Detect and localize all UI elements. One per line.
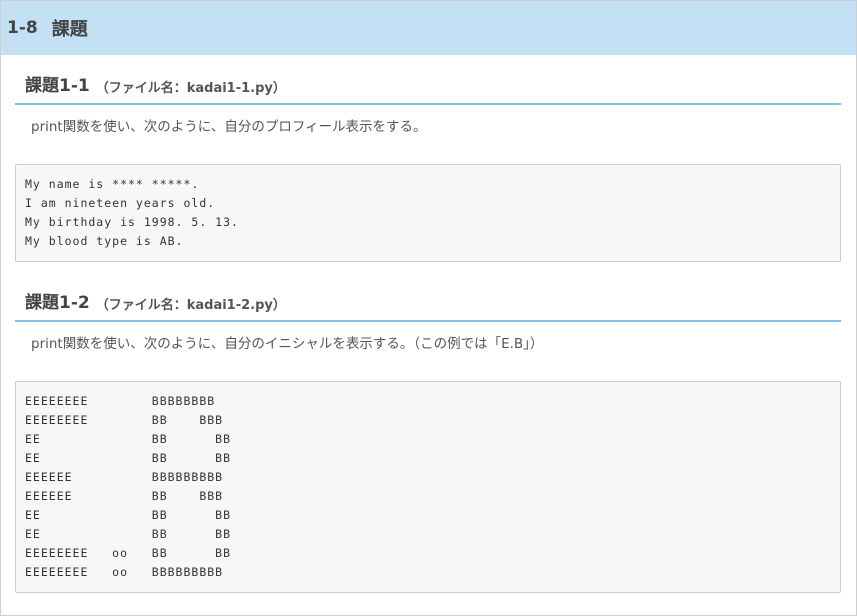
section-number: 1-8 <box>7 18 38 38</box>
task-1-1: 課題1-1 （ファイル名：kadai1-1.py） print関数を使い、次のよ… <box>15 71 841 262</box>
task-title: 課題1-1 <box>25 76 90 96</box>
content-frame: 1-8 課題 課題1-1 （ファイル名：kadai1-1.py） print関数… <box>0 0 857 616</box>
task-description: print関数を使い、次のように、自分のイニシャルを表示する。（この例では「E.… <box>31 336 544 352</box>
section-title: 課題 <box>51 19 88 40</box>
output-text: My name is **** *****. I am nineteen yea… <box>25 177 239 248</box>
task-heading: 課題1-1 （ファイル名：kadai1-1.py） <box>15 71 841 105</box>
task-1-2: 課題1-2 （ファイル名：kadai1-2.py） print関数を使い、次のよ… <box>15 288 841 593</box>
task-title: 課題1-2 <box>25 293 90 313</box>
section-header: 1-8 課題 <box>1 1 856 55</box>
task-filename: （ファイル名：kadai1-1.py） <box>95 81 286 96</box>
task-description: print関数を使い、次のように、自分のプロフィール表示をする。 <box>31 119 427 135</box>
output-example: My name is **** *****. I am nineteen yea… <box>15 164 841 262</box>
task-filename: （ファイル名：kadai1-2.py） <box>95 298 286 313</box>
output-example: EEEEEEEE BBBBBBBB EEEEEEEE BB BBB EE BB … <box>15 381 841 593</box>
task-heading: 課題1-2 （ファイル名：kadai1-2.py） <box>15 288 841 322</box>
output-text: EEEEEEEE BBBBBBBB EEEEEEEE BB BBB EE BB … <box>25 394 232 579</box>
